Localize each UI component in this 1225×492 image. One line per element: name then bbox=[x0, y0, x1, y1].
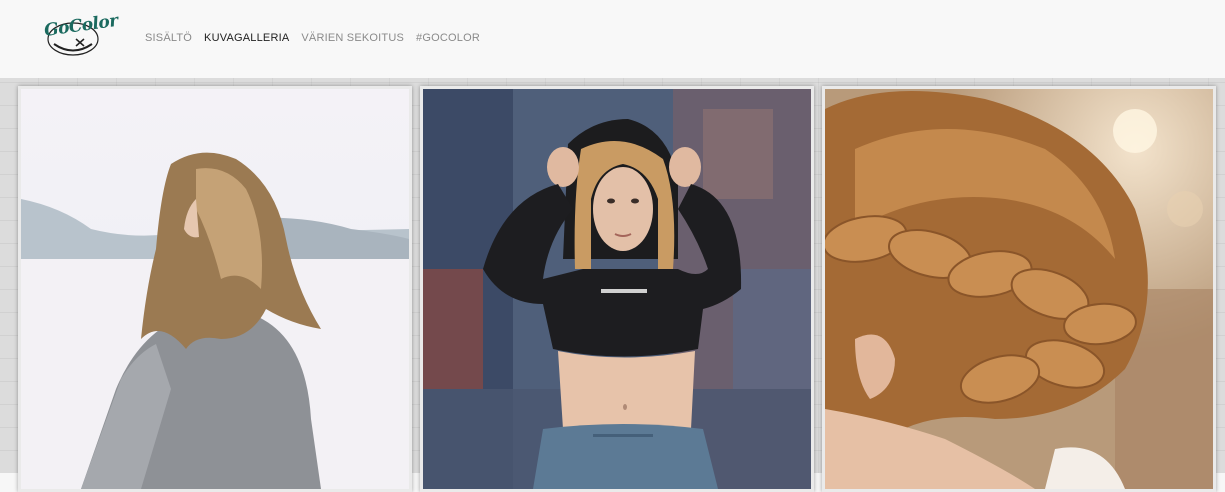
gallery-image-woman-in-hoodie[interactable] bbox=[420, 86, 814, 492]
gallery-image-braided-hair[interactable] bbox=[822, 86, 1216, 492]
nav-item-sisalto[interactable]: SISÄLTÖ bbox=[145, 32, 192, 44]
image-gallery bbox=[0, 78, 1225, 492]
site-header: GoColor SISÄLTÖ KUVAGALLERIA VÄRIEN SEKO… bbox=[0, 0, 1225, 78]
nav-item-kuvagalleria[interactable]: KUVAGALLERIA bbox=[204, 32, 289, 44]
main-nav: SISÄLTÖ KUVAGALLERIA VÄRIEN SEKOITUS #GO… bbox=[145, 32, 492, 44]
gocolor-logo-icon[interactable]: GoColor bbox=[43, 11, 119, 59]
nav-item-varien-sekoitus[interactable]: VÄRIEN SEKOITUS bbox=[301, 32, 404, 44]
gallery-image-woman-in-snow[interactable] bbox=[18, 86, 412, 492]
nav-item-gocolor[interactable]: #GOCOLOR bbox=[416, 32, 480, 44]
